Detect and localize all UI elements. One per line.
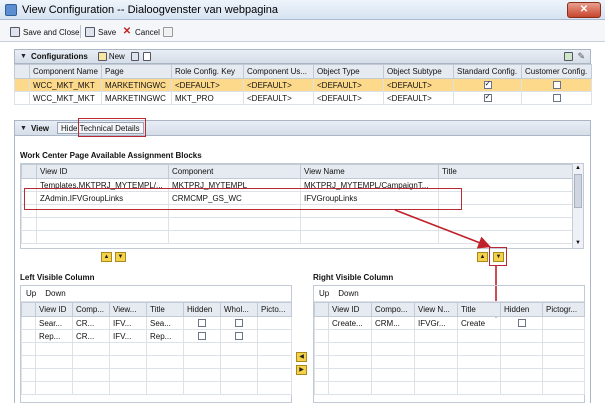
whole-checkbox[interactable] [235, 319, 243, 328]
col-view[interactable]: View... [109, 302, 147, 317]
left-visible-column-title: Left Visible Column [20, 273, 95, 282]
col-view-name[interactable]: View N... [414, 302, 458, 317]
up-button[interactable]: Up [319, 289, 329, 298]
col-component[interactable]: Compo... [371, 302, 415, 317]
left-column-table: View ID Comp... View... Title Hidden Who… [21, 302, 292, 395]
col-hidden[interactable]: Hidden [500, 302, 543, 317]
left-column-toolbar: Up Down [21, 286, 291, 302]
move-left-button[interactable]: ◀ [296, 352, 307, 362]
hidden-checkbox[interactable] [198, 332, 206, 341]
cell [257, 316, 292, 330]
up-button[interactable]: Up [26, 289, 36, 298]
table-row[interactable]: Sear... CR... IFV... Sea... [21, 316, 292, 330]
row-selector[interactable] [314, 316, 329, 330]
cell [257, 329, 292, 343]
col-view-id[interactable]: View ID [35, 302, 73, 317]
cell: Create [457, 316, 501, 330]
cell: CR... [72, 329, 110, 343]
row-selector[interactable] [21, 316, 36, 330]
row-selector[interactable] [21, 329, 36, 343]
hidden-cell [183, 329, 221, 343]
row-selector-header [314, 302, 329, 317]
col-hidden[interactable]: Hidden [183, 302, 221, 317]
left-visible-column-container: Up Down View ID Comp... View... Title Hi… [20, 285, 292, 403]
col-pictogram[interactable]: Picto... [257, 302, 292, 317]
col-component[interactable]: Comp... [72, 302, 110, 317]
cell: IFV... [109, 329, 147, 343]
cell [542, 316, 585, 330]
hidden-checkbox[interactable] [198, 319, 206, 328]
cell: Sear... [35, 316, 73, 330]
cell: CRM... [371, 316, 415, 330]
col-whole[interactable]: Whol... [220, 302, 258, 317]
cell: Rep... [146, 329, 184, 343]
right-visible-column-container: Up Down View ID Compo... View N... Title… [313, 285, 585, 403]
move-right-button[interactable]: ▶ [296, 365, 307, 375]
table-row[interactable]: Rep... CR... IFV... Rep... [21, 329, 292, 343]
table-row[interactable]: Create... CRM... IFVGr... Create [314, 316, 585, 330]
hidden-cell [500, 316, 543, 330]
whole-checkbox[interactable] [235, 332, 243, 341]
cell: IFV... [109, 316, 147, 330]
cell: IFVGr... [414, 316, 458, 330]
whole-cell [220, 316, 258, 330]
hidden-checkbox[interactable] [517, 319, 526, 328]
cell: CR... [72, 316, 110, 330]
down-button[interactable]: Down [338, 289, 358, 298]
col-title[interactable]: Title [457, 302, 501, 317]
whole-cell [220, 329, 258, 343]
hidden-cell [183, 316, 221, 330]
right-column-toolbar: Up Down [314, 286, 584, 302]
right-visible-column-title: Right Visible Column [313, 273, 394, 282]
right-column-table: View ID Compo... View N... Title Hidden … [314, 302, 585, 395]
col-view-id[interactable]: View ID [328, 302, 372, 317]
down-button[interactable]: Down [45, 289, 65, 298]
cell: Sea... [146, 316, 184, 330]
row-selector-header [21, 302, 36, 317]
col-pictogram[interactable]: Pictogr... [542, 302, 585, 317]
cell: Create... [328, 316, 372, 330]
cell: Rep... [35, 329, 73, 343]
col-title[interactable]: Title [146, 302, 184, 317]
